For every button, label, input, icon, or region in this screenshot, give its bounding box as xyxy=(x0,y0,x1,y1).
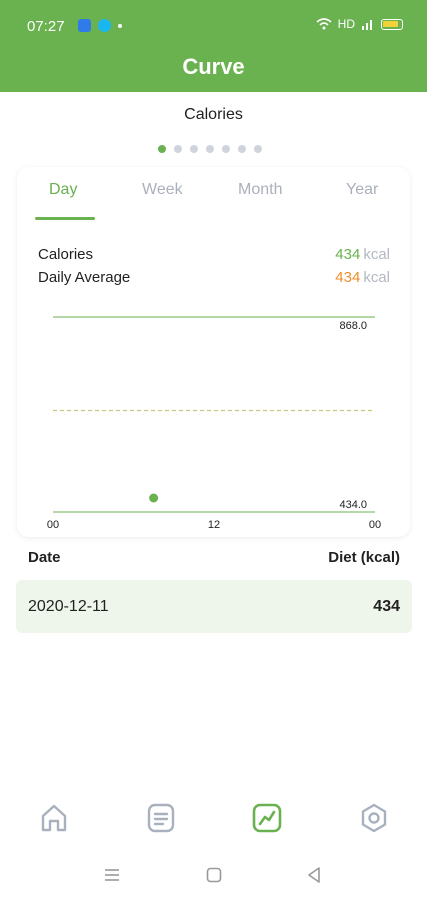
more-notifications-icon xyxy=(118,24,122,28)
pager-dot[interactable] xyxy=(190,145,198,153)
bottom-nav xyxy=(0,790,427,844)
status-bar: 07:27 HD xyxy=(0,0,427,50)
list-icon xyxy=(147,803,175,833)
row-date: 2020-12-11 xyxy=(28,598,109,615)
home-square-icon[interactable] xyxy=(206,866,222,884)
wifi-icon xyxy=(316,18,332,30)
diet-column-header: Diet (kcal) xyxy=(328,549,400,566)
tab-week[interactable]: Week xyxy=(142,181,183,199)
app-notification-icon xyxy=(78,19,91,32)
pager-dot[interactable] xyxy=(206,145,214,153)
pager-dot[interactable] xyxy=(254,145,262,153)
data-point xyxy=(149,493,159,503)
calories-label: Calories xyxy=(38,246,94,263)
pager-dot[interactable] xyxy=(222,145,230,153)
tab-month[interactable]: Month xyxy=(238,181,282,199)
system-nav-bar xyxy=(0,856,427,896)
menu-icon[interactable] xyxy=(104,866,120,884)
table-row[interactable]: 2020-12-11 434 xyxy=(16,580,412,633)
daily-average-value: 434 xyxy=(335,269,361,286)
gear-icon xyxy=(361,803,387,833)
pager-dot[interactable] xyxy=(174,145,182,153)
date-column-header: Date xyxy=(28,549,61,566)
network-type-label: HD xyxy=(337,17,355,31)
status-time: 07:27 xyxy=(27,18,65,35)
home-icon xyxy=(41,804,67,832)
daily-average-unit: kcal xyxy=(363,269,390,286)
y-tick-label-min: 434.0 xyxy=(339,499,367,511)
calories-unit: kcal xyxy=(363,246,390,263)
signal-icon xyxy=(362,20,372,30)
pager-dots[interactable] xyxy=(158,145,262,153)
tab-day[interactable]: Day xyxy=(49,181,77,199)
daily-average-label: Daily Average xyxy=(38,269,131,286)
nav-records[interactable] xyxy=(141,798,181,838)
calories-chart: 868.0434.000 12 00 xyxy=(47,316,381,531)
x-tick-label: 00 xyxy=(369,519,381,531)
y-tick-label-max: 868.0 xyxy=(339,320,367,332)
page-title: Curve xyxy=(182,54,245,79)
app-bar: Curve xyxy=(0,50,427,92)
system-icons: HD xyxy=(316,17,403,31)
nav-curve[interactable] xyxy=(247,798,287,838)
x-tick-label: 12 xyxy=(208,519,220,531)
active-tab-indicator xyxy=(35,217,95,220)
nav-home[interactable] xyxy=(34,798,74,838)
chart-card: Day Week Month Year Calories 434 kcal Dai… xyxy=(17,167,410,537)
nav-settings[interactable] xyxy=(354,798,394,838)
battery-icon xyxy=(381,18,403,30)
pager-dot[interactable] xyxy=(158,145,166,153)
app-notification-icon xyxy=(98,19,111,32)
back-icon[interactable] xyxy=(306,866,322,884)
pager-dot[interactable] xyxy=(238,145,246,153)
curve-icon xyxy=(252,803,282,833)
section-title: Calories xyxy=(184,106,243,123)
period-tabs: Day Week Month Year xyxy=(17,167,410,221)
calories-value: 434 xyxy=(335,246,361,263)
tab-year[interactable]: Year xyxy=(346,181,378,199)
row-value: 434 xyxy=(373,598,400,615)
x-tick-label: 00 xyxy=(47,519,59,531)
